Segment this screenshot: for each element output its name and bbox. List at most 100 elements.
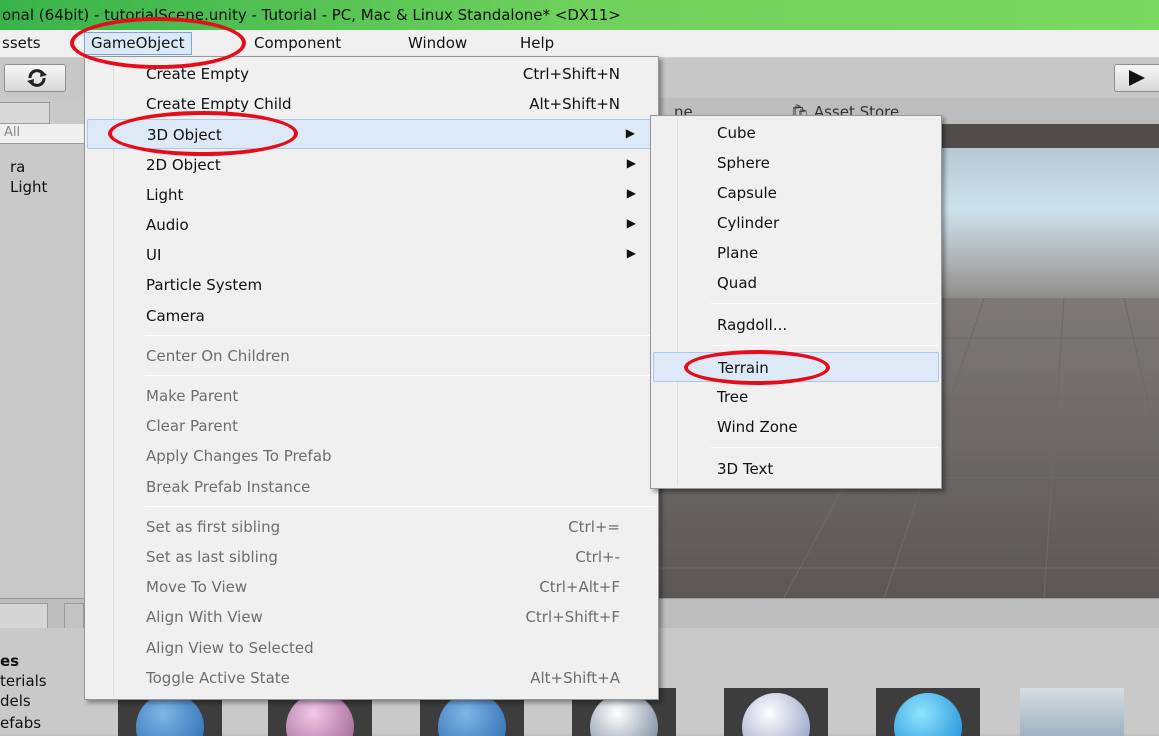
menu-item-make-parent[interactable]: Make Parent: [87, 381, 656, 411]
asset-thumbnail[interactable]: [876, 688, 980, 736]
menu-item-3d-text[interactable]: 3D Text: [653, 454, 939, 484]
menu-item-label: Ragdoll...: [717, 316, 788, 334]
window-title: onal (64bit) - tutorialScene.unity - Tut…: [2, 6, 621, 24]
menu-item-shortcut: Alt+Shift+N: [529, 95, 620, 114]
menu-item-label: Break Prefab Instance: [146, 477, 311, 496]
folder-item[interactable]: terials: [0, 672, 47, 690]
menu-item-ragdoll[interactable]: Ragdoll...: [653, 310, 939, 340]
menu-separator: [711, 345, 938, 346]
menu-item-toggle-active-state[interactable]: Toggle Active State Alt+Shift+A: [87, 663, 656, 693]
menu-item-label: Set as first sibling: [146, 517, 281, 536]
project-folder-list: es terials dels efabs: [0, 628, 84, 734]
menu-item-label: Center On Children: [146, 346, 290, 365]
menu-item-camera[interactable]: Camera: [87, 301, 656, 331]
menu-item-label: Quad: [717, 274, 758, 292]
asset-thumbnail[interactable]: [724, 688, 828, 736]
menu-item-label: Terrain: [718, 359, 769, 377]
menu-item-label: Create Empty: [146, 65, 249, 83]
play-icon: [1129, 70, 1145, 86]
menu-item-label: Create Empty Child: [146, 95, 292, 114]
asset-thumbnail[interactable]: [1020, 688, 1124, 736]
menu-item-label: Cube: [717, 124, 756, 142]
menu-item-label: Capsule: [717, 184, 777, 202]
refresh-button[interactable]: [4, 64, 66, 92]
folder-item[interactable]: es: [0, 652, 19, 670]
folder-item[interactable]: efabs: [0, 714, 41, 732]
window-title-bar: onal (64bit) - tutorialScene.unity - Tut…: [0, 0, 1159, 30]
menu-item-label: Camera: [146, 306, 205, 325]
menu-item-label: Align View to Selected: [146, 638, 314, 657]
menu-item-terrain[interactable]: Terrain: [653, 352, 939, 382]
menu-item-label: Cylinder: [717, 214, 780, 232]
menu-item-label: 2D Object: [146, 155, 221, 174]
menu-item-particle-system[interactable]: Particle System: [87, 270, 656, 300]
project-tab[interactable]: [0, 603, 48, 629]
submenu-arrow-icon: ▶: [626, 155, 636, 170]
menu-item-plane[interactable]: Plane: [653, 238, 939, 268]
menu-item-align-with-view[interactable]: Align With View Ctrl+Shift+F: [87, 602, 656, 632]
hierarchy-search-input[interactable]: All: [0, 124, 84, 144]
menu-item-light[interactable]: Light ▶: [87, 180, 656, 210]
menu-item-shortcut: Ctrl+Shift+F: [525, 608, 620, 627]
menu-item-ui[interactable]: UI ▶: [87, 240, 656, 270]
menu-item-sphere[interactable]: Sphere: [653, 148, 939, 178]
menu-separator: [145, 375, 655, 376]
menu-assets[interactable]: ssets: [2, 34, 41, 52]
hierarchy-panel: All ra Light: [0, 98, 84, 598]
menu-item-capsule[interactable]: Capsule: [653, 178, 939, 208]
menu-component[interactable]: Component: [254, 34, 341, 52]
menu-item-wind-zone[interactable]: Wind Zone: [653, 412, 939, 442]
3d-object-submenu: Cube Sphere Capsule Cylinder Plane Quad Ragdol…: [650, 115, 942, 489]
menu-item-label: Toggle Active State: [146, 668, 290, 687]
menu-item-3d-object[interactable]: 3D Object ▶: [87, 119, 656, 150]
menu-separator: [145, 334, 655, 336]
menu-item-break-prefab-instance[interactable]: Break Prefab Instance: [87, 472, 656, 502]
menu-item-label: Audio: [146, 216, 189, 234]
menu-item-2d-object[interactable]: 2D Object ▶: [87, 150, 656, 180]
play-button[interactable]: [1114, 64, 1159, 92]
menu-item-create-empty-child[interactable]: Create Empty Child Alt+Shift+N: [87, 89, 656, 119]
menu-item-move-to-view[interactable]: Move To View Ctrl+Alt+F: [87, 572, 656, 602]
menu-separator: [145, 505, 655, 507]
menu-bar: ssets GameObject Component Window Help: [0, 30, 1159, 58]
submenu-arrow-icon: ▶: [626, 185, 636, 200]
submenu-arrow-icon: ▶: [625, 126, 635, 141]
menu-item-center-on-children[interactable]: Center On Children: [87, 341, 656, 371]
gameobject-menu: Create Empty Ctrl+Shift+N Create Empty Chi…: [84, 56, 659, 700]
folder-item[interactable]: dels: [0, 692, 31, 710]
menu-item-label: Tree: [717, 388, 749, 406]
menu-item-shortcut: Alt+Shift+A: [530, 668, 620, 687]
menu-item-label: 3D Text: [717, 460, 774, 478]
menu-item-label: Plane: [717, 244, 759, 262]
menu-item-set-as-first-sibling[interactable]: Set as first sibling Ctrl+=: [87, 512, 656, 542]
hierarchy-tab[interactable]: [0, 102, 50, 124]
menu-item-label: Sphere: [717, 154, 770, 172]
menu-item-label: 3D Object: [147, 126, 222, 145]
menu-item-quad[interactable]: Quad: [653, 268, 939, 298]
menu-item-audio[interactable]: Audio ▶: [87, 210, 656, 240]
menu-item-shortcut: Ctrl+=: [568, 517, 620, 536]
menu-item-shortcut: Ctrl+-: [575, 548, 620, 566]
menu-item-cylinder[interactable]: Cylinder: [653, 208, 939, 238]
menu-gameobject[interactable]: GameObject: [84, 32, 192, 55]
menu-item-label: Make Parent: [146, 387, 239, 405]
menu-item-label: Wind Zone: [717, 418, 798, 436]
hierarchy-item[interactable]: Light: [10, 178, 47, 196]
menu-item-shortcut: Ctrl+Alt+F: [539, 578, 620, 597]
menu-item-label: Move To View: [146, 578, 248, 597]
menu-item-align-view-to-selected[interactable]: Align View to Selected: [87, 633, 656, 663]
menu-item-clear-parent[interactable]: Clear Parent: [87, 411, 656, 441]
menu-item-label: Align With View: [146, 608, 263, 627]
menu-window[interactable]: Window: [408, 34, 467, 52]
menu-item-label: Set as last sibling: [146, 548, 278, 566]
submenu-arrow-icon: ▶: [626, 216, 636, 230]
menu-item-label: Apply Changes To Prefab: [146, 447, 332, 466]
menu-item-apply-changes-to-prefab[interactable]: Apply Changes To Prefab: [87, 441, 656, 471]
menu-item-tree[interactable]: Tree: [653, 382, 939, 412]
menu-help[interactable]: Help: [520, 34, 554, 52]
menu-item-cube[interactable]: Cube: [653, 118, 939, 148]
menu-item-set-as-last-sibling[interactable]: Set as last sibling Ctrl+-: [87, 542, 656, 572]
hierarchy-item[interactable]: ra: [10, 158, 25, 176]
console-tab[interactable]: [64, 603, 84, 629]
menu-item-create-empty[interactable]: Create Empty Ctrl+Shift+N: [87, 59, 656, 89]
